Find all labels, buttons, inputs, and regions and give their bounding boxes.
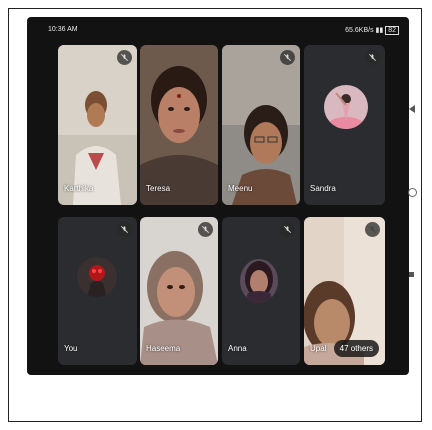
avatar-sandra	[324, 85, 368, 129]
status-bar: 10:36 AM 65.6KB/s ▮▮ 82	[27, 17, 409, 37]
mic-off-icon	[117, 222, 132, 237]
avatar-anna	[240, 259, 278, 303]
participant-name: Meenu	[228, 184, 253, 193]
home-circle-icon[interactable]	[408, 188, 417, 197]
recent-apps-icon[interactable]	[409, 272, 414, 277]
participant-tile-karthika[interactable]: Karthika	[58, 45, 137, 205]
video-feed-karthika	[58, 45, 137, 205]
participant-tile-anna[interactable]: Anna	[222, 217, 300, 365]
participant-name: Sandra	[310, 184, 336, 193]
participant-name: Upal	[310, 344, 327, 353]
status-time: 10:36 AM	[48, 26, 78, 33]
participant-name: Anna	[228, 344, 247, 353]
participant-name: Karthika	[64, 184, 94, 193]
avatar-you	[77, 257, 117, 297]
mic-off-icon	[365, 222, 380, 237]
participant-tile-meenu[interactable]: Meenu	[222, 45, 300, 205]
network-speed: 65.6KB/s	[345, 27, 374, 34]
participant-tile-sandra[interactable]: Sandra	[304, 45, 385, 205]
status-right: 65.6KB/s ▮▮ 82	[345, 26, 399, 35]
participant-name: Haseema	[146, 344, 181, 353]
participant-tile-haseema[interactable]: Haseema	[140, 217, 218, 365]
mic-off-icon	[117, 50, 132, 65]
mic-off-icon	[198, 222, 213, 237]
mic-off-icon	[365, 50, 380, 65]
others-count-button[interactable]: 47 others	[333, 340, 379, 357]
mic-off-icon	[280, 50, 295, 65]
participant-name: Teresa	[146, 184, 171, 193]
participant-tile-you[interactable]: You	[58, 217, 137, 365]
participant-tile-teresa[interactable]: Teresa	[140, 45, 218, 205]
participant-name: You	[64, 344, 78, 353]
back-triangle-icon[interactable]	[409, 105, 415, 113]
phone-screen: 10:36 AM 65.6KB/s ▮▮ 82 Karthika Teresa …	[27, 17, 409, 375]
mic-off-icon	[280, 222, 295, 237]
video-feed-teresa	[140, 45, 218, 205]
participant-tile-upal[interactable]: Upal 47 others	[304, 217, 385, 365]
battery-icon: 82	[385, 26, 399, 35]
participant-grid: Karthika Teresa Meenu Sandra You Haseema…	[58, 45, 385, 365]
video-feed-meenu	[222, 45, 300, 205]
video-feed-haseema	[140, 217, 218, 365]
signal-icon: ▮▮	[375, 27, 384, 34]
